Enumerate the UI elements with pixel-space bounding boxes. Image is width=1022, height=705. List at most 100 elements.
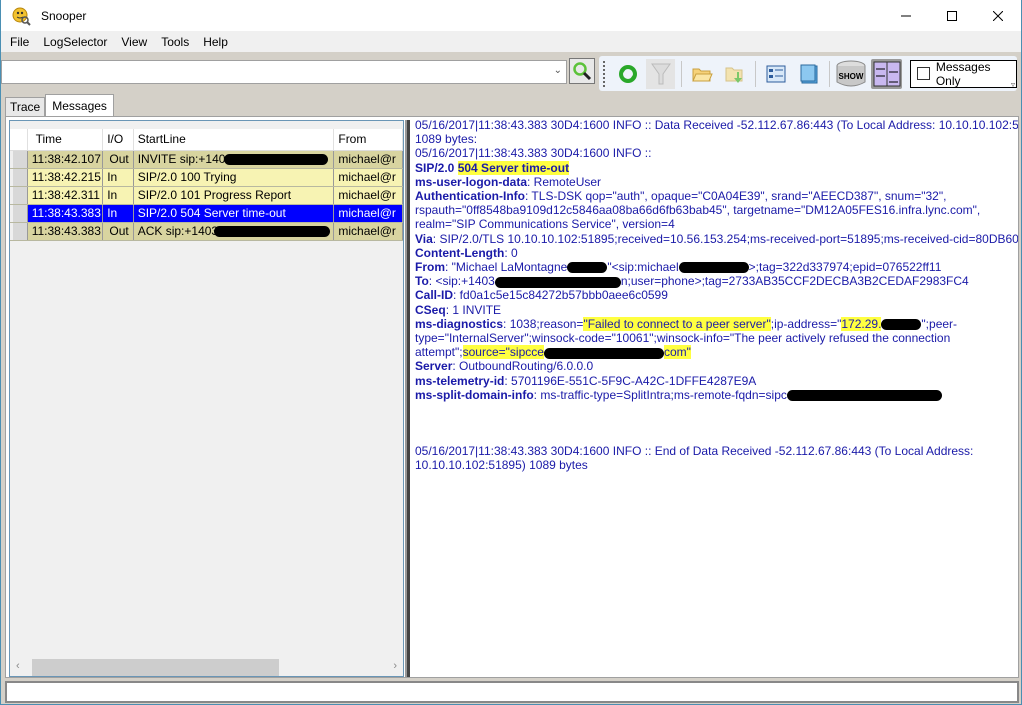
row-selector[interactable] xyxy=(10,187,28,204)
split-view-button[interactable] xyxy=(871,58,903,89)
cell-time: 11:38:42.311 xyxy=(28,187,104,204)
row-selector[interactable] xyxy=(10,151,28,168)
menu-logselector[interactable]: LogSelector xyxy=(36,35,114,49)
properties-icon xyxy=(766,65,786,82)
menu-file[interactable]: File xyxy=(3,35,36,49)
search-button[interactable] xyxy=(569,58,595,84)
header-auth: Authentication-Info: TLS-DSK qop="auth",… xyxy=(415,189,947,204)
table-row[interactable]: 11:38:42.311 In SIP/2.0 101 Progress Rep… xyxy=(10,187,403,205)
toolbar: SHOW Messages Only ▿ xyxy=(599,56,1017,91)
status-bar xyxy=(5,681,1019,703)
cell-startline: INVITE sip:+1403 xyxy=(134,151,335,168)
row-selector[interactable] xyxy=(10,169,28,186)
log-header-bytes: 1089 bytes: xyxy=(415,132,478,147)
filter-icon xyxy=(650,63,671,84)
split-view-icon xyxy=(873,61,901,86)
cell-time: 11:38:42.215 xyxy=(28,169,104,186)
svg-text:SHOW: SHOW xyxy=(839,72,864,81)
log-header: 05/16/2017|11:38:43.383 30D4:1600 INFO :… xyxy=(415,118,1018,132)
table-row-selected[interactable]: 11:38:43.383 In SIP/2.0 504 Server time-… xyxy=(10,205,403,223)
minimize-button[interactable] xyxy=(883,0,929,31)
cell-from: michael@r xyxy=(334,169,403,186)
scroll-right-icon[interactable]: › xyxy=(393,660,397,672)
table-row[interactable]: 11:38:43.383 Out ACK sip:+1403 michael@r xyxy=(10,223,403,241)
maximize-button[interactable] xyxy=(929,0,975,31)
messages-only-toggle[interactable]: Messages Only xyxy=(910,59,1017,88)
tab-trace[interactable]: Trace xyxy=(5,97,46,116)
redaction xyxy=(543,347,664,359)
filter-button[interactable] xyxy=(646,58,676,89)
row-selector[interactable] xyxy=(10,205,28,222)
column-header-time[interactable]: Time xyxy=(28,129,104,150)
header-auth-cont: realm="SIP Communications Service", vers… xyxy=(415,217,675,232)
snooper-app-icon xyxy=(11,6,31,26)
menu-tools[interactable]: Tools xyxy=(154,35,196,49)
tab-messages[interactable]: Messages xyxy=(45,94,114,116)
log-footer-bytes: 10.10.10.102:51895) 1089 bytes xyxy=(415,458,588,473)
cell-startline: SIP/2.0 101 Progress Report xyxy=(134,187,335,204)
redaction xyxy=(881,319,922,331)
table-row[interactable]: 11:38:42.107 Out INVITE sip:+1403 michae… xyxy=(10,151,403,169)
message-list: Time I/O StartLine From 11:38:42.107 Out… xyxy=(9,120,404,677)
properties-button[interactable] xyxy=(761,59,790,89)
header-to: To: <sip:+1403 n;user=phone>;tag=2733AB35… xyxy=(415,274,969,289)
maximize-icon xyxy=(947,10,957,21)
show-button[interactable]: SHOW xyxy=(835,59,867,89)
horizontal-scrollbar[interactable]: ‹ › xyxy=(10,659,403,676)
messages-panel: Time I/O StartLine From 11:38:42.107 Out… xyxy=(5,116,1019,678)
search-icon xyxy=(573,62,592,81)
redaction xyxy=(494,276,621,288)
close-button[interactable] xyxy=(975,0,1021,31)
open-folder-button[interactable] xyxy=(687,59,716,89)
redaction xyxy=(213,226,330,237)
cell-time: 11:38:43.383 xyxy=(28,223,104,240)
cell-from: michael@r xyxy=(334,205,403,222)
cell-time: 11:38:42.107 xyxy=(28,151,104,168)
menu-help[interactable]: Help xyxy=(196,35,235,49)
menu-view[interactable]: View xyxy=(114,35,154,49)
column-header-io[interactable]: I/O xyxy=(103,129,134,150)
toolbar-overflow-icon[interactable]: ▿ xyxy=(1011,80,1015,89)
header-ms-diagnostics: ms-diagnostics: 1038;reason="Failed to c… xyxy=(415,316,958,331)
scrollbar-thumb[interactable] xyxy=(32,659,279,676)
cell-startline: SIP/2.0 100 Trying xyxy=(134,169,335,186)
messages-only-label: Messages Only xyxy=(935,59,991,88)
refresh-button[interactable] xyxy=(613,59,642,89)
cell-io: In xyxy=(103,205,134,222)
column-header-startline[interactable]: StartLine xyxy=(134,129,335,150)
header-ms-diagnostics-cont: attempt";source="sipcce com" xyxy=(415,345,691,360)
chevron-down-icon[interactable]: ⌄ xyxy=(554,65,562,76)
toolbar-grip[interactable] xyxy=(603,60,605,87)
sip-status-line: SIP/2.0 504 Server time-out xyxy=(415,160,570,175)
cell-io: Out xyxy=(103,223,134,240)
header-logon: ms-user-logon-data: RemoteUser xyxy=(415,174,602,189)
search-input[interactable] xyxy=(2,61,542,81)
header-auth-cont: rspauth="0ff8548ba9109d12c5846aa08ba66d6… xyxy=(415,203,981,218)
refresh-icon xyxy=(618,64,637,83)
download-folder-button[interactable] xyxy=(720,59,749,89)
grid-header: Time I/O StartLine From xyxy=(10,129,403,151)
header-from: From: "Michael LaMontagne "<sip:michael >;… xyxy=(415,260,942,275)
row-selector[interactable] xyxy=(10,223,28,240)
cell-from: michael@r xyxy=(334,151,403,168)
header-server: Server: OutboundRouting/6.0.0.0 xyxy=(415,359,594,374)
log-footer: 05/16/2017|11:38:43.383 30D4:1600 INFO :… xyxy=(415,444,974,459)
log-header-2: 05/16/2017|11:38:43.383 30D4:1600 INFO :… xyxy=(415,146,652,161)
search-combobox[interactable]: ⌄ xyxy=(1,60,567,84)
minimize-icon xyxy=(901,15,911,16)
cell-io: In xyxy=(103,187,134,204)
show-database-icon: SHOW xyxy=(836,60,866,86)
cell-from: michael@r xyxy=(334,223,403,240)
messages-only-checkbox[interactable] xyxy=(917,67,930,80)
redaction xyxy=(786,390,942,402)
pane-splitter[interactable] xyxy=(405,120,410,677)
notepad-icon xyxy=(800,64,818,83)
redaction xyxy=(678,262,749,274)
title-bar: Snooper xyxy=(1,0,1021,31)
scroll-left-icon[interactable]: ‹ xyxy=(16,660,20,672)
cell-time: 11:38:43.383 xyxy=(28,205,104,222)
column-header-from[interactable]: From xyxy=(334,129,403,150)
cell-io: Out xyxy=(103,151,134,168)
table-row[interactable]: 11:38:42.215 In SIP/2.0 100 Trying micha… xyxy=(10,169,403,187)
notepad-button[interactable] xyxy=(794,59,823,89)
